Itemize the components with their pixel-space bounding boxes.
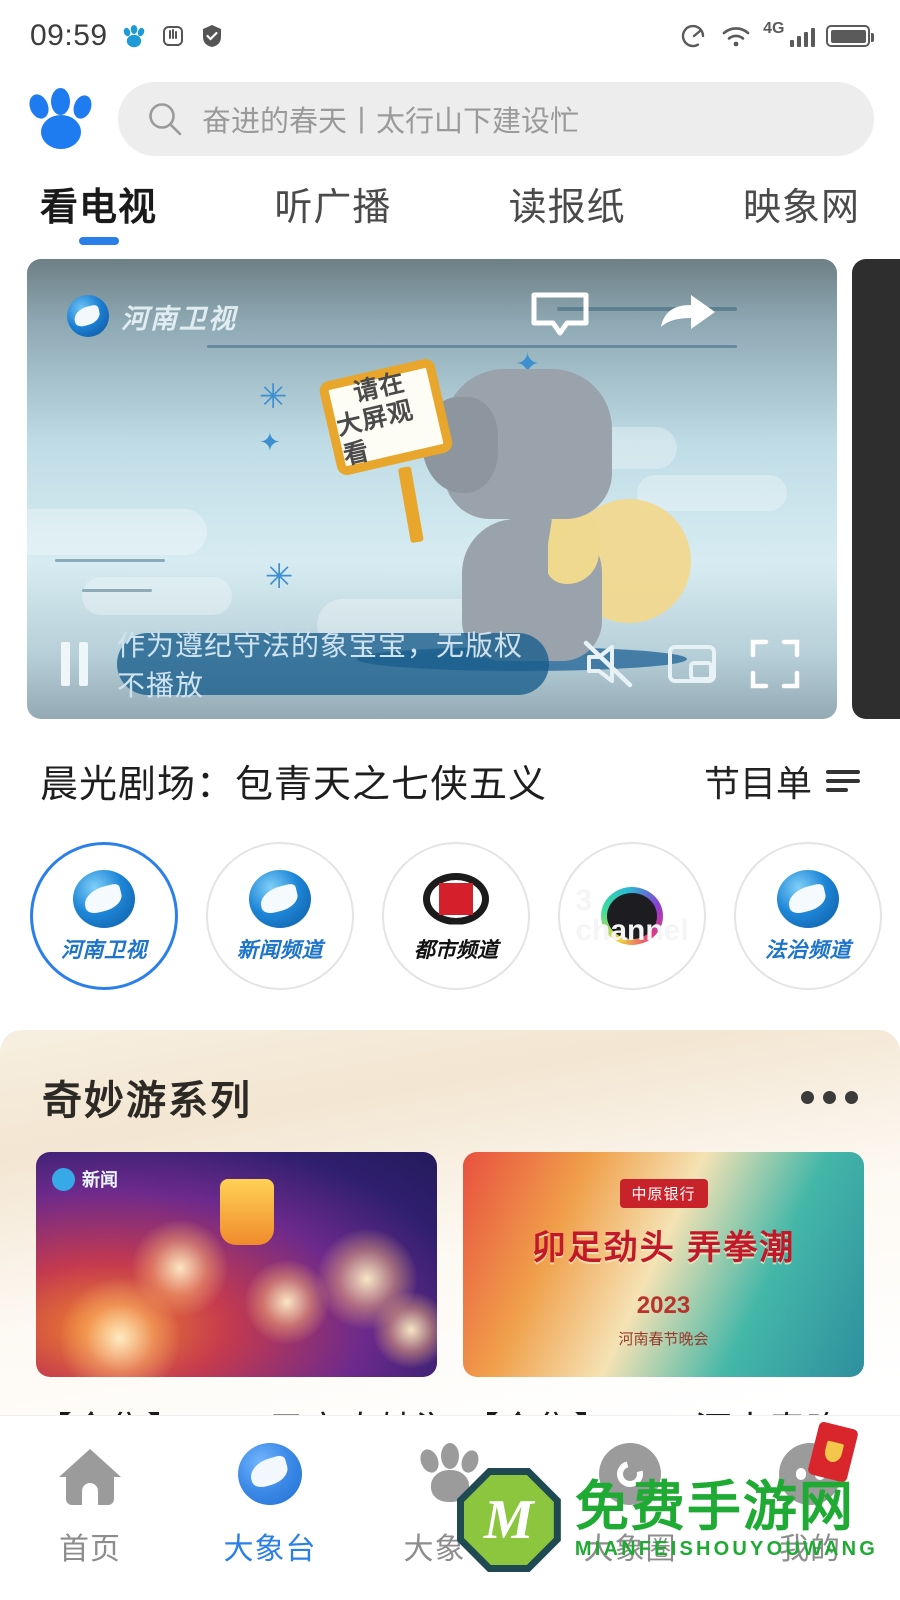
lantern-shape	[220, 1179, 274, 1245]
status-time: 09:59	[30, 19, 108, 53]
network-type-label: 4G	[763, 20, 784, 38]
schedule-button[interactable]: 节目单	[704, 755, 860, 807]
share-arrow-icon[interactable]	[657, 287, 719, 341]
channel-label: 新闻频道	[237, 934, 323, 964]
channel-item-xinwen[interactable]: 新闻频道	[206, 842, 354, 990]
channel-3-logo: 3 channel	[595, 886, 669, 946]
sparkle-icon: ✳	[259, 377, 288, 417]
player-top-actions	[529, 287, 719, 341]
pip-icon[interactable]	[663, 635, 721, 693]
metro-channel-logo	[419, 869, 493, 929]
poster-subtitle: 河南春节晚会	[463, 1328, 864, 1349]
cloud-shape	[637, 475, 787, 511]
channel-3-number: 3 channel	[575, 886, 688, 946]
tab-label: 读报纸	[509, 187, 626, 229]
elephant-tv-icon	[234, 1438, 306, 1510]
henan-tv-globe-logo	[67, 295, 109, 337]
status-bar-right: 4G	[679, 22, 870, 50]
tab-kandianshi[interactable]: 看电视	[40, 176, 157, 253]
search-input[interactable]: 奋进的春天丨太行山下建设忙	[118, 82, 874, 156]
nav-item-daxiangtai[interactable]: 大象台	[180, 1438, 360, 1568]
player-carousel: ✳ ✳ ✦ ✦ ✕ 请在 大屏观看 河南卫视	[0, 253, 900, 719]
channel-item-channel3[interactable]: 3 channel	[558, 842, 706, 990]
fullscreen-icon[interactable]	[747, 636, 803, 692]
search-icon	[146, 100, 184, 138]
tab-label: 听广播	[274, 187, 391, 229]
poster-sponsor: 中原银行	[619, 1179, 707, 1208]
speed-meter-icon	[679, 22, 709, 50]
list-icon	[826, 770, 860, 792]
sparkle-icon: ✳	[265, 557, 294, 597]
current-program-title: 晨光剧场：包青天之七侠五义	[40, 753, 547, 808]
app-root: 09:59	[0, 0, 900, 1600]
watermark-text: 免费手游网 MIANFEISHOUYOUWANG	[575, 1480, 878, 1561]
search-placeholder-text: 奋进的春天丨太行山下建设忙	[202, 98, 579, 140]
more-dots-icon[interactable]	[801, 1091, 858, 1104]
wifi-icon	[720, 22, 752, 50]
section-header: 奇妙游系列	[36, 1064, 864, 1152]
program-row: 晨光剧场：包青天之七侠五义 节目单	[0, 719, 900, 836]
channel-watermark: 河南卫视	[67, 295, 237, 337]
tab-tingguangbo[interactable]: 听广播	[274, 176, 391, 253]
channel-badge: 新闻	[52, 1166, 118, 1192]
channel-item-dushi[interactable]: 都市频道	[382, 842, 530, 990]
nav-label: 首页	[59, 1524, 121, 1568]
channel-item-henan-weishi[interactable]: 河南卫视	[30, 842, 178, 990]
spring-festival-gala-poster: 中原银行 卯足劲头 弄拳潮 2023 河南春节晚会	[463, 1152, 864, 1377]
channel-label: 法治频道	[765, 934, 851, 964]
channel-label: 河南卫视	[61, 934, 147, 964]
law-channel-globe-logo	[771, 869, 845, 929]
decor-line	[207, 345, 737, 348]
paw-icon	[121, 23, 147, 49]
app-paw-logo[interactable]	[26, 88, 96, 150]
poster-title: 卯足劲头 弄拳潮	[463, 1220, 864, 1269]
watermark-monogram: M	[484, 1492, 534, 1548]
battery-icon	[826, 25, 870, 47]
home-icon	[54, 1438, 126, 1510]
channel-watermark-label: 河南卫视	[121, 297, 237, 336]
decor-line	[82, 589, 152, 592]
tab-dubaozhi[interactable]: 读报纸	[509, 176, 626, 253]
video-player[interactable]: ✳ ✳ ✦ ✦ ✕ 请在 大屏观看 河南卫视	[27, 259, 837, 719]
channel-list[interactable]: 河南卫视 新闻频道 都市频道 3 channel 法治频道	[0, 836, 900, 1024]
channel-item-fazhi[interactable]: 法治频道	[734, 842, 882, 990]
content-card[interactable]: 中原银行 卯足劲头 弄拳潮 2023 河南春节晚会 【全集】2023河南春晚	[463, 1152, 864, 1453]
news-channel-globe-logo	[243, 869, 317, 929]
nav-label: 大象台	[224, 1524, 317, 1568]
tab-yingxiangwang[interactable]: 映象网	[743, 176, 860, 253]
decor-line	[55, 559, 165, 562]
shield-icon	[199, 23, 225, 49]
site-watermark: M 免费手游网 MIANFEISHOUYOUWANG	[457, 1468, 878, 1572]
sparkle-icon: ✦	[259, 427, 281, 458]
pause-icon[interactable]	[61, 642, 91, 686]
cloud-shape	[27, 509, 207, 555]
tab-label: 映象网	[743, 187, 860, 229]
status-bar: 09:59	[0, 0, 900, 72]
fireworks-lantern-poster: 新闻	[36, 1152, 437, 1377]
schedule-label: 节目单	[704, 755, 812, 807]
channel-label: 都市频道	[414, 934, 498, 964]
carousel-next-card[interactable]	[852, 259, 900, 719]
poster-year: 2023	[463, 1292, 864, 1320]
header-bar: 奋进的春天丨太行山下建设忙	[0, 72, 900, 172]
status-bar-left: 09:59	[30, 19, 225, 53]
channel-badge-label: 新闻	[82, 1166, 118, 1192]
comment-bubble-icon[interactable]	[529, 287, 591, 341]
section-title: 奇妙游系列	[42, 1068, 252, 1126]
mute-icon[interactable]	[579, 635, 637, 693]
signal-bars-icon	[790, 25, 816, 47]
watermark-en-text: MIANFEISHOUYOUWANG	[575, 1538, 878, 1561]
qimiaoyou-section: 奇妙游系列 新闻 【全集】2023元宵奇妙游	[0, 1030, 900, 1453]
nav-item-home[interactable]: 首页	[0, 1438, 180, 1568]
player-controls: 作为遵纪守法的象宝宝，无版权不播放	[27, 609, 837, 719]
top-tab-bar: 看电视 听广播 读报纸 映象网	[0, 172, 900, 253]
content-card[interactable]: 新闻 【全集】2023元宵奇妙游	[36, 1152, 437, 1453]
copyright-notice-banner: 作为遵纪守法的象宝宝，无版权不播放	[117, 633, 549, 695]
henan-tv-globe-logo	[67, 869, 141, 929]
tab-label: 看电视	[40, 187, 157, 229]
hand-icon	[160, 23, 186, 49]
watermark-badge-icon: M	[457, 1468, 561, 1572]
card-list: 新闻 【全集】2023元宵奇妙游 中原银行 卯足劲头 弄拳潮 2023 河南春节…	[36, 1152, 864, 1453]
watermark-cn-text: 免费手游网	[575, 1480, 878, 1534]
